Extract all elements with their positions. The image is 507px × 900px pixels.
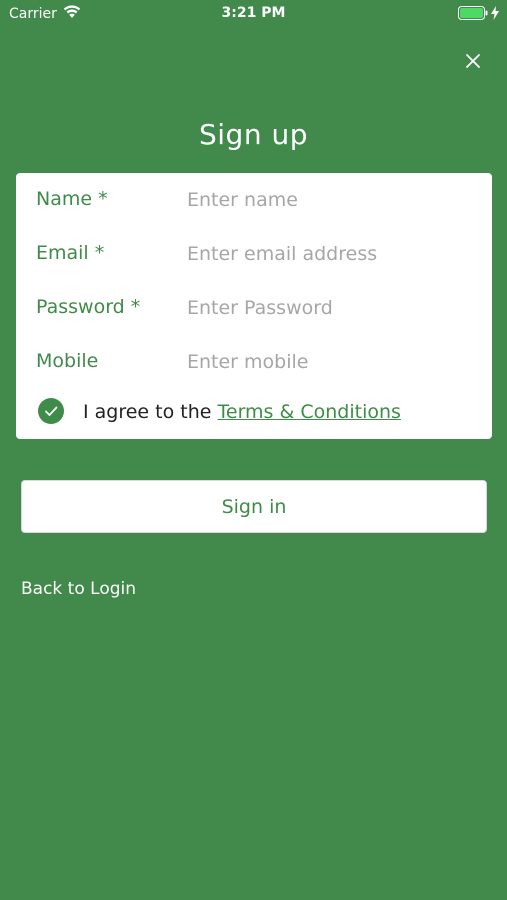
agree-text: I agree to the Terms & Conditions <box>83 401 401 423</box>
terms-agree-row: I agree to the Terms & Conditions <box>16 395 492 431</box>
sign-in-button[interactable]: Sign in <box>21 480 487 533</box>
close-button[interactable] <box>462 50 484 72</box>
terms-conditions-link[interactable]: Terms & Conditions <box>218 401 401 423</box>
battery-icon <box>458 6 488 24</box>
close-icon <box>466 54 480 68</box>
mobile-row: Mobile <box>16 342 492 382</box>
charging-icon <box>491 6 499 24</box>
email-row: Email * <box>16 234 492 274</box>
status-bar: Carrier 3:21 PM <box>0 0 507 28</box>
checkmark-icon <box>45 406 58 416</box>
email-input[interactable] <box>187 238 477 270</box>
password-label: Password * <box>36 296 141 318</box>
email-label: Email * <box>36 242 105 264</box>
password-input[interactable] <box>187 292 477 324</box>
back-to-login-link[interactable]: Back to Login <box>21 579 136 599</box>
status-time: 3:21 PM <box>221 5 286 21</box>
agree-checkbox[interactable] <box>38 398 64 424</box>
password-row: Password * <box>16 288 492 328</box>
name-input[interactable] <box>187 184 477 216</box>
page-title: Sign up <box>199 118 308 151</box>
mobile-input[interactable] <box>187 346 477 378</box>
name-label: Name * <box>36 188 108 210</box>
mobile-label: Mobile <box>36 350 99 372</box>
battery-group <box>458 6 499 24</box>
name-row: Name * <box>16 180 492 220</box>
signup-form-card: Name * Email * Password * Mobile I agree… <box>16 173 492 439</box>
agree-prefix: I agree to the <box>83 401 218 423</box>
